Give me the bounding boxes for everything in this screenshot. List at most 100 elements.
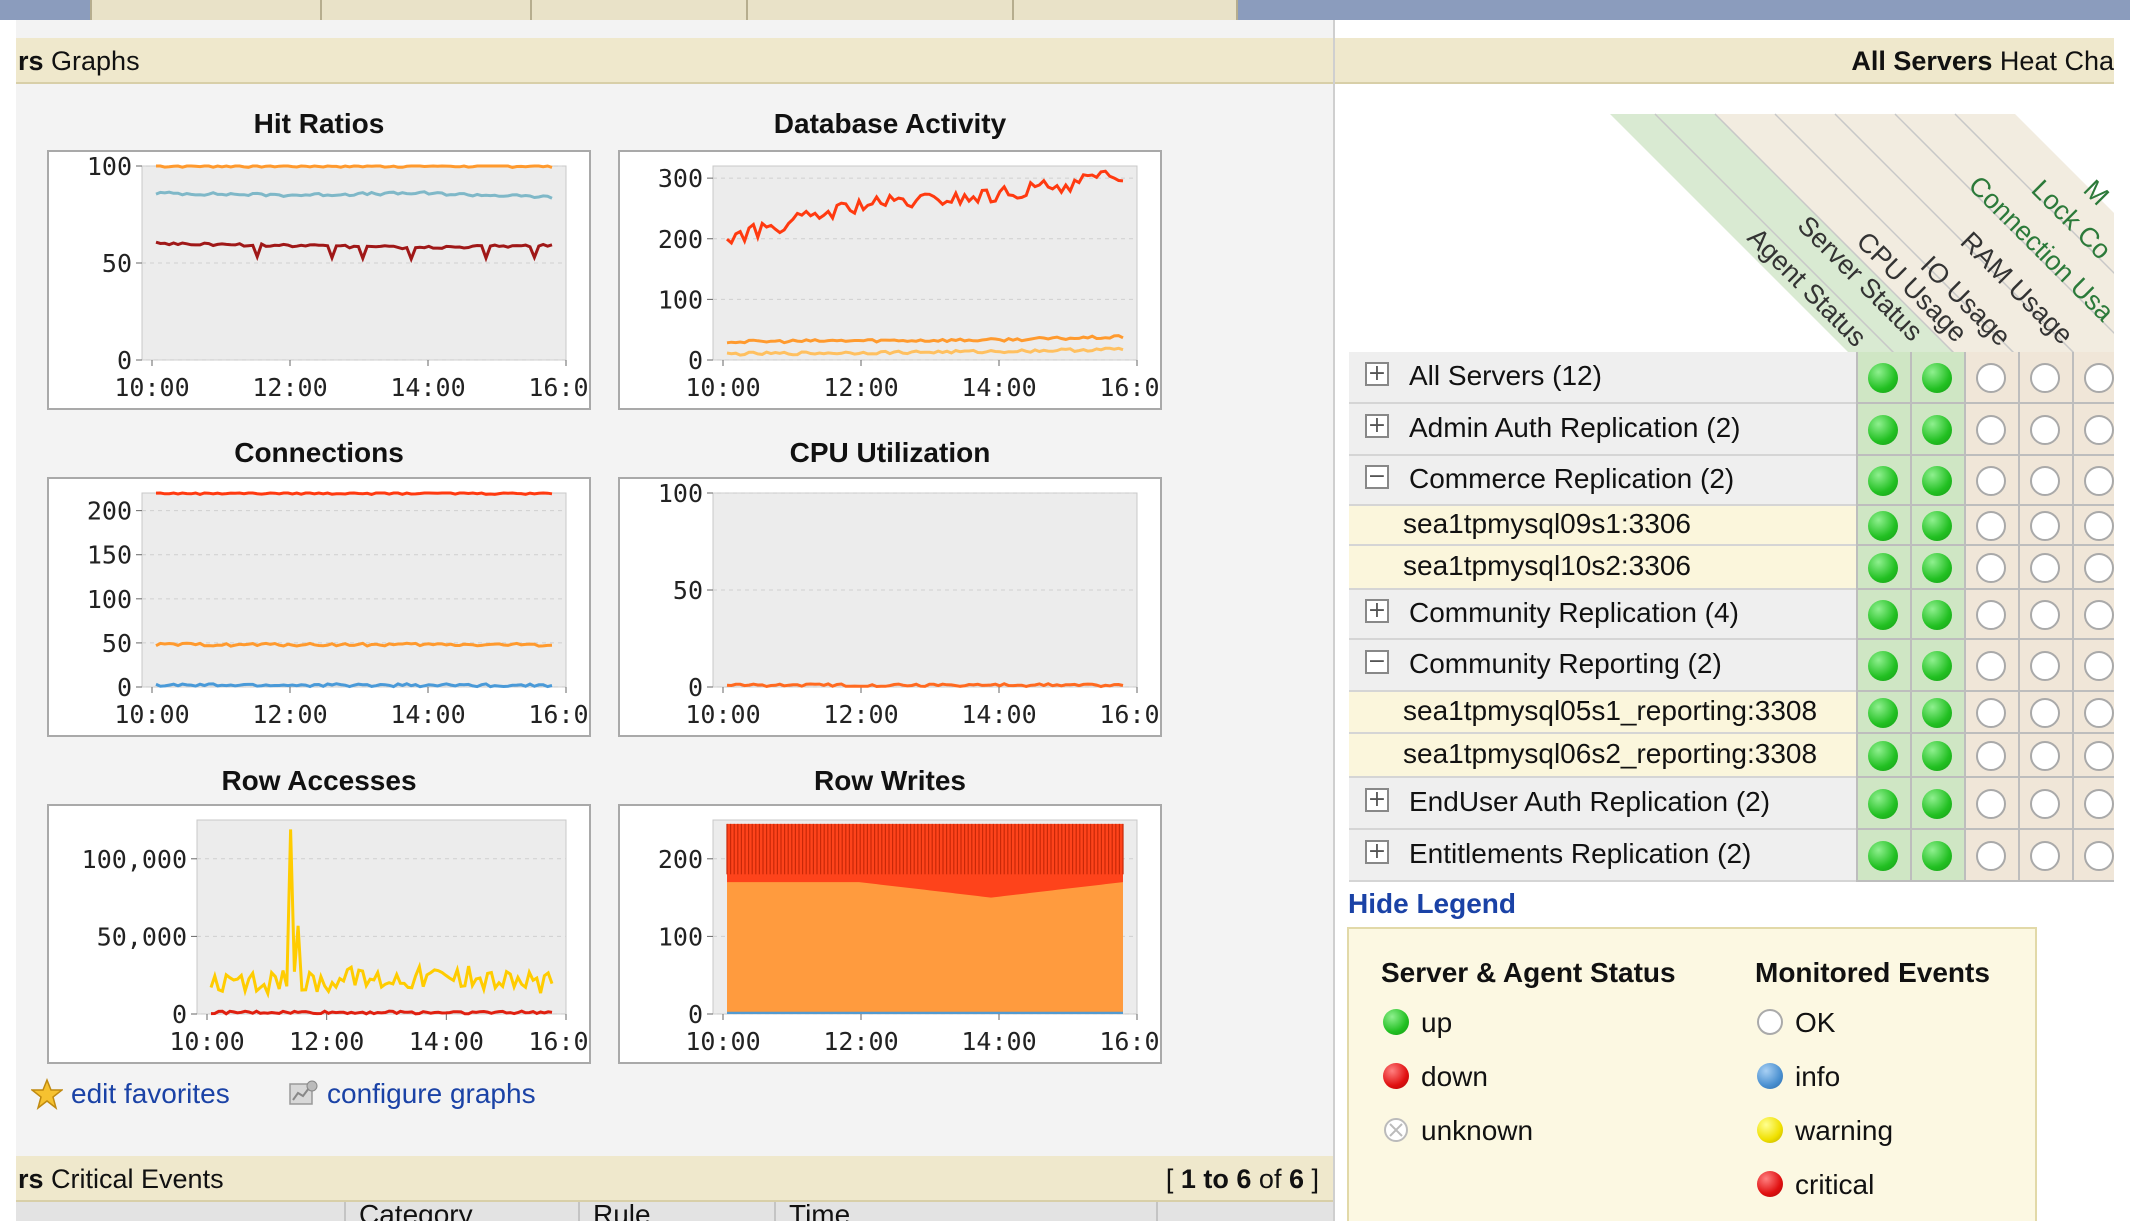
heat-cell[interactable] [1856,640,1910,692]
nav-tab[interactable] [90,0,322,20]
heat-cell[interactable] [1910,640,1964,692]
server-group-row[interactable]: − Commerce Replication (2) [1349,456,1859,506]
heat-cell[interactable] [1964,546,2018,590]
server-group-row[interactable]: + Community Replication (4) [1349,590,1859,640]
heat-cell[interactable] [2072,734,2114,778]
heat-cell[interactable] [2072,546,2114,590]
group-label[interactable]: Community Replication (4) [1409,597,1739,629]
heat-cell[interactable] [1964,778,2018,830]
heat-cell[interactable] [2018,830,2072,882]
heat-cell[interactable] [2018,778,2072,830]
heat-cell[interactable] [1910,590,1964,640]
expand-icon[interactable]: + [1365,362,1389,386]
heat-cell[interactable] [2072,456,2114,506]
group-label[interactable]: EndUser Auth Replication (2) [1409,786,1770,818]
heat-cell[interactable] [2072,404,2114,456]
chart-connections[interactable]: 200 150 100 50 010:00 12:00 14:00 16:0( [47,477,591,737]
column-header-rule[interactable]: Rule [593,1202,651,1221]
group-label[interactable]: Community Reporting (2) [1409,648,1722,680]
heat-cell[interactable] [1856,590,1910,640]
collapse-icon[interactable]: − [1365,465,1389,489]
server-group-row[interactable]: − Community Reporting (2) [1349,640,1859,692]
server-row[interactable]: sea1tpmysql09s1:3306 [1349,506,1859,546]
server-label[interactable]: sea1tpmysql09s1:3306 [1403,508,1691,540]
server-label[interactable]: sea1tpmysql10s2:3306 [1403,550,1691,582]
chart-hit-ratios[interactable]: 100 50 010:00 12:00 14:00 16:0( [47,150,591,410]
nav-tab[interactable] [1012,0,1238,20]
server-label[interactable]: sea1tpmysql05s1_reporting:3308 [1403,695,1817,727]
server-row[interactable]: sea1tpmysql05s1_reporting:3308 [1349,692,1859,734]
heat-cell[interactable] [1910,778,1964,830]
heat-cell[interactable] [1910,734,1964,778]
group-label[interactable]: All Servers (12) [1409,360,1602,392]
nav-tab[interactable] [320,0,532,20]
heat-cell[interactable] [1910,692,1964,734]
heat-cell[interactable] [1856,506,1910,546]
heat-cell[interactable] [1964,506,2018,546]
heat-cell[interactable] [2018,404,2072,456]
heat-cell[interactable] [2018,546,2072,590]
expand-icon[interactable]: + [1365,840,1389,864]
heat-cell[interactable] [2018,590,2072,640]
column-header-time[interactable]: Time [789,1202,850,1221]
heat-cell[interactable] [2072,830,2114,882]
heat-cell[interactable] [1964,692,2018,734]
heat-cell[interactable] [2018,640,2072,692]
expand-icon[interactable]: + [1365,414,1389,438]
heat-cell[interactable] [1964,404,2018,456]
heat-cell[interactable] [2072,590,2114,640]
configure-graphs-label[interactable]: configure graphs [327,1078,536,1110]
chart-row-accesses[interactable]: 100,000 50,000 010:00 12:00 14:00 16:0( [47,804,591,1064]
heat-cell[interactable] [1856,456,1910,506]
column-header-category[interactable]: Category [359,1202,473,1221]
heat-cell[interactable] [1856,734,1910,778]
heat-cell[interactable] [2072,640,2114,692]
heat-cell[interactable] [2018,352,2072,404]
server-row[interactable]: sea1tpmysql10s2:3306 [1349,546,1859,590]
heat-cell[interactable] [2018,734,2072,778]
heat-cell[interactable] [1964,830,2018,882]
heat-cell[interactable] [1910,506,1964,546]
expand-icon[interactable]: + [1365,599,1389,623]
heat-cell[interactable] [1856,692,1910,734]
server-group-row[interactable]: + Entitlements Replication (2) [1349,830,1859,882]
group-label[interactable]: Admin Auth Replication (2) [1409,412,1741,444]
heat-cell[interactable] [2072,692,2114,734]
hide-legend-link[interactable]: Hide Legend [1348,888,1516,920]
server-group-row[interactable]: + EndUser Auth Replication (2) [1349,778,1859,830]
heat-cell[interactable] [1910,404,1964,456]
heat-cell[interactable] [1964,640,2018,692]
server-group-row[interactable]: + Admin Auth Replication (2) [1349,404,1859,456]
heat-cell[interactable] [1910,456,1964,506]
nav-tab[interactable] [530,0,748,20]
group-label[interactable]: Entitlements Replication (2) [1409,838,1751,870]
group-label[interactable]: Commerce Replication (2) [1409,463,1734,495]
heat-cell[interactable] [2072,506,2114,546]
edit-favorites-label[interactable]: edit favorites [71,1078,230,1110]
chart-row-writes[interactable]: 200 100 010:00 12:00 14:00 16:0( [618,804,1162,1064]
server-label[interactable]: sea1tpmysql06s2_reporting:3308 [1403,738,1817,770]
heat-cell[interactable] [1964,590,2018,640]
expand-icon[interactable]: + [1365,788,1389,812]
heat-cell[interactable] [1856,778,1910,830]
heat-cell[interactable] [1910,830,1964,882]
heat-cell[interactable] [1856,404,1910,456]
chart-cpu-utilization[interactable]: 100 50 010:00 12:00 14:00 16:0( [618,477,1162,737]
server-row[interactable]: sea1tpmysql06s2_reporting:3308 [1349,734,1859,778]
heat-cell[interactable] [1856,830,1910,882]
heat-cell[interactable] [1964,352,2018,404]
chart-database-activity[interactable]: 300 200 100 010:00 12:00 14:00 16:0( [618,150,1162,410]
heat-cell[interactable] [1856,352,1910,404]
heat-cell[interactable] [1964,734,2018,778]
heat-cell[interactable] [2018,692,2072,734]
heat-cell[interactable] [1910,546,1964,590]
server-group-row[interactable]: + All Servers (12) [1349,352,1859,404]
nav-tab[interactable] [746,0,1014,20]
heat-cell[interactable] [1910,352,1964,404]
heat-cell[interactable] [2018,456,2072,506]
heat-cell[interactable] [2072,352,2114,404]
heat-cell[interactable] [1856,546,1910,590]
heat-cell[interactable] [2072,778,2114,830]
collapse-icon[interactable]: − [1365,650,1389,674]
heat-cell[interactable] [1964,456,2018,506]
